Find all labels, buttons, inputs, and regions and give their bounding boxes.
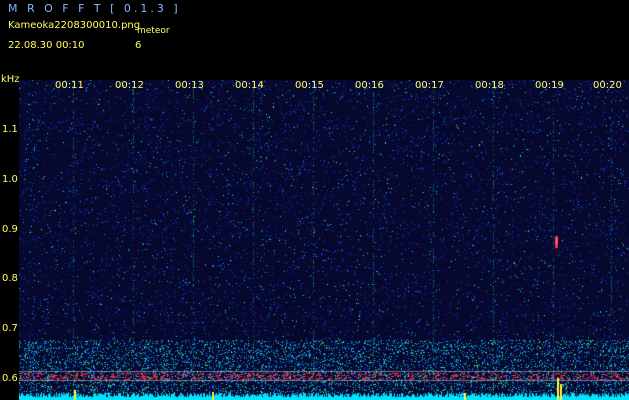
time-tick-label: 00:11 [55, 80, 84, 91]
frequency-tick-label: 1.0 [2, 174, 18, 185]
time-tick-label: 00:14 [235, 80, 264, 91]
meteor-count: 6 [135, 40, 142, 51]
file-name: Kameoka2208300010.png [8, 20, 141, 31]
time-tick-label: 00:13 [175, 80, 204, 91]
timestamp: 22.08.30 00:10 [8, 40, 85, 51]
frequency-tick-label: 1.1 [2, 124, 18, 135]
time-tick-label: 00:12 [115, 80, 144, 91]
time-tick-label: 00:18 [475, 80, 504, 91]
frequency-tick-label: 0.9 [2, 224, 18, 235]
app-title: M R O F F T [ 0.1.3 ] [8, 2, 181, 15]
frequency-tick-label: 0.7 [2, 323, 18, 334]
frequency-tick-label: 0.8 [2, 273, 18, 284]
spectrogram-canvas[interactable] [19, 80, 629, 400]
time-tick-label: 00:15 [295, 80, 324, 91]
time-tick-label: 00:19 [535, 80, 564, 91]
time-tick-label: 00:17 [415, 80, 444, 91]
frequency-unit-label: kHz [1, 74, 20, 85]
time-tick-label: 00:20 [593, 80, 622, 91]
frequency-tick-label: 0.6 [2, 373, 18, 384]
meteor-label: meteor [137, 26, 170, 36]
time-tick-label: 00:16 [355, 80, 384, 91]
